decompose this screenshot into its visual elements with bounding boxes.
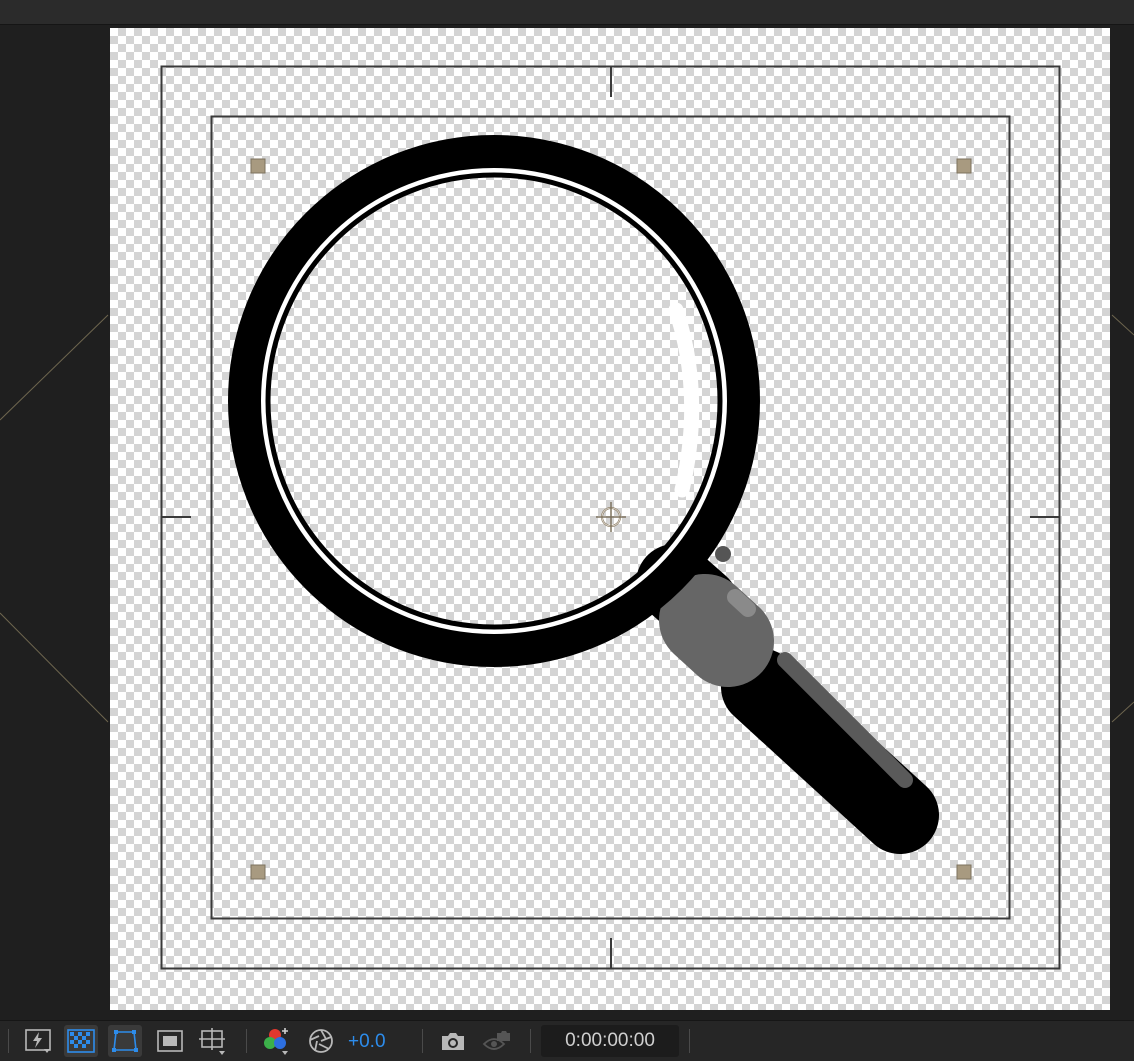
panel-header-bar — [0, 0, 1134, 25]
show-snapshot-icon — [482, 1031, 510, 1050]
layer-handle-bottom-right[interactable] — [956, 864, 972, 880]
toolbar-separator — [246, 1029, 247, 1053]
lightning-icon — [25, 1029, 51, 1053]
exposure-value[interactable]: +0.0 — [348, 1031, 386, 1053]
canvas-overlay — [160, 65, 1061, 970]
camera-icon — [442, 1033, 464, 1050]
checkerboard-icon — [67, 1029, 95, 1053]
composition-viewer[interactable] — [0, 25, 1134, 1020]
mask-path-icon — [112, 1030, 138, 1052]
toolbar-separator — [8, 1029, 9, 1053]
fast-previews-button[interactable] — [22, 1025, 56, 1057]
roi-icon — [157, 1030, 183, 1052]
magnifier-lens — [228, 135, 760, 667]
grid-guides-icon — [199, 1028, 225, 1055]
layer-handle-top-left[interactable] — [250, 158, 266, 174]
magnifying-glass-layer[interactable] — [228, 135, 939, 854]
color-channels-icon — [264, 1028, 288, 1055]
toolbar-separator — [689, 1029, 690, 1053]
viewer-toolbar: +0.0 0:00:00:00 — [0, 1020, 1134, 1061]
anchor-point-icon[interactable] — [596, 502, 626, 532]
aperture-icon — [309, 1029, 333, 1053]
magnifier-handle — [636, 544, 939, 854]
mask-path-visibility-button[interactable] — [108, 1025, 142, 1057]
region-of-interest-button[interactable] — [153, 1025, 187, 1057]
layer-handle-bottom-left[interactable] — [250, 864, 266, 880]
toolbar-separator — [422, 1029, 423, 1053]
layer-handle-top-right[interactable] — [956, 158, 972, 174]
take-snapshot-button[interactable] — [436, 1025, 470, 1057]
current-time-display[interactable]: 0:00:00:00 — [541, 1025, 679, 1057]
toolbar-separator — [530, 1029, 531, 1053]
show-channel-button[interactable] — [260, 1025, 294, 1057]
transparency-grid-button[interactable] — [64, 1025, 98, 1057]
grid-guide-options-button[interactable] — [196, 1025, 230, 1057]
show-snapshot-button[interactable] — [480, 1025, 514, 1057]
reset-exposure-button[interactable] — [304, 1025, 338, 1057]
